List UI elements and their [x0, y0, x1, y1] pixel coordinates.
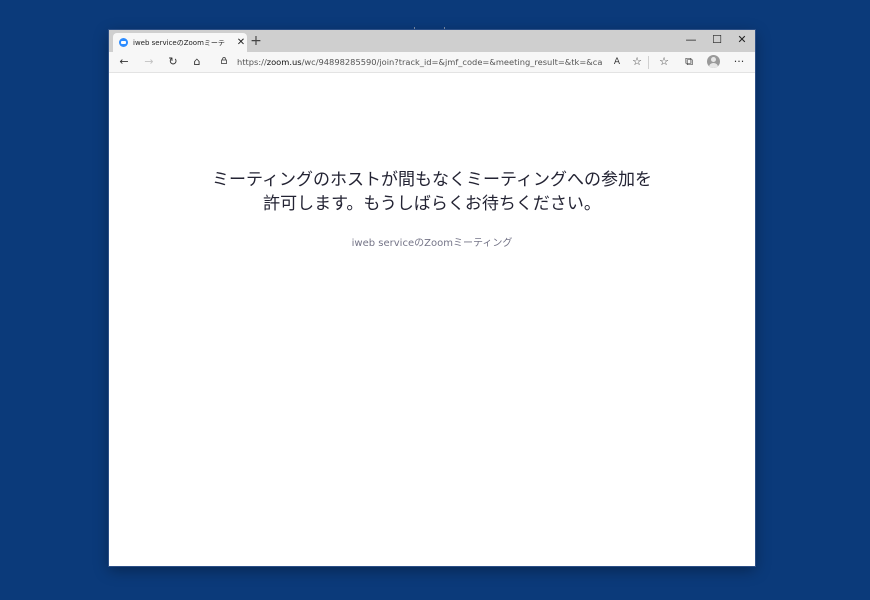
minimize-button[interactable]: — [678, 32, 704, 48]
browser-window: iweb serviceのZoomミーティング ✕ + — ☐ ✕ ← → ↻ … [109, 30, 755, 566]
new-tab-button[interactable]: + [249, 34, 263, 48]
read-aloud-button[interactable]: A [609, 54, 625, 70]
refresh-button[interactable]: ↻ [165, 54, 181, 70]
zoom-icon [119, 38, 128, 47]
browser-tab[interactable]: iweb serviceのZoomミーティング ✕ [113, 33, 247, 52]
home-button[interactable]: ⌂ [189, 54, 205, 70]
title-bar: iweb serviceのZoomミーティング ✕ + — ☐ ✕ [109, 30, 755, 52]
waiting-message-line2: 許可します。もうしばらくお待ちください。 [263, 194, 601, 214]
url-host: zoom.us [266, 57, 302, 67]
page-content: ミーティングのホストが間もなくミーティングへの参加を 許可します。もうしばらくお… [109, 73, 755, 566]
profile-avatar[interactable] [707, 55, 720, 68]
toolbar-divider [648, 56, 649, 69]
url-scheme: https:// [237, 57, 267, 67]
back-button[interactable]: ← [116, 54, 132, 70]
tab-title: iweb serviceのZoomミーティング [133, 39, 225, 47]
meeting-name: iweb serviceのZoomミーティング [351, 238, 513, 249]
waiting-message-line1: ミーティングのホストが間もなくミーティングへの参加を [212, 170, 652, 190]
forward-button[interactable]: → [141, 54, 157, 70]
url-path: /wc/94898285590/join?track_id=&jmf_code=… [301, 57, 603, 67]
collections-button[interactable]: ⧉ [681, 54, 697, 70]
tab-close-icon[interactable]: ✕ [236, 37, 246, 49]
close-window-button[interactable]: ✕ [729, 32, 755, 48]
more-menu-button[interactable]: ··· [731, 54, 747, 70]
favorite-star-icon[interactable]: ☆ [629, 54, 645, 70]
waiting-message: ミーティングのホストが間もなくミーティングへの参加を 許可します。もうしばらくお… [149, 168, 715, 216]
address-bar[interactable]: https://zoom.us/wc/94898285590/join?trac… [237, 55, 603, 69]
lock-icon[interactable] [221, 57, 227, 64]
maximize-button[interactable]: ☐ [704, 32, 730, 48]
browser-toolbar: ← → ↻ ⌂ https://zoom.us/wc/94898285590/j… [109, 52, 755, 73]
favorites-list-button[interactable]: ☆ [656, 54, 672, 70]
